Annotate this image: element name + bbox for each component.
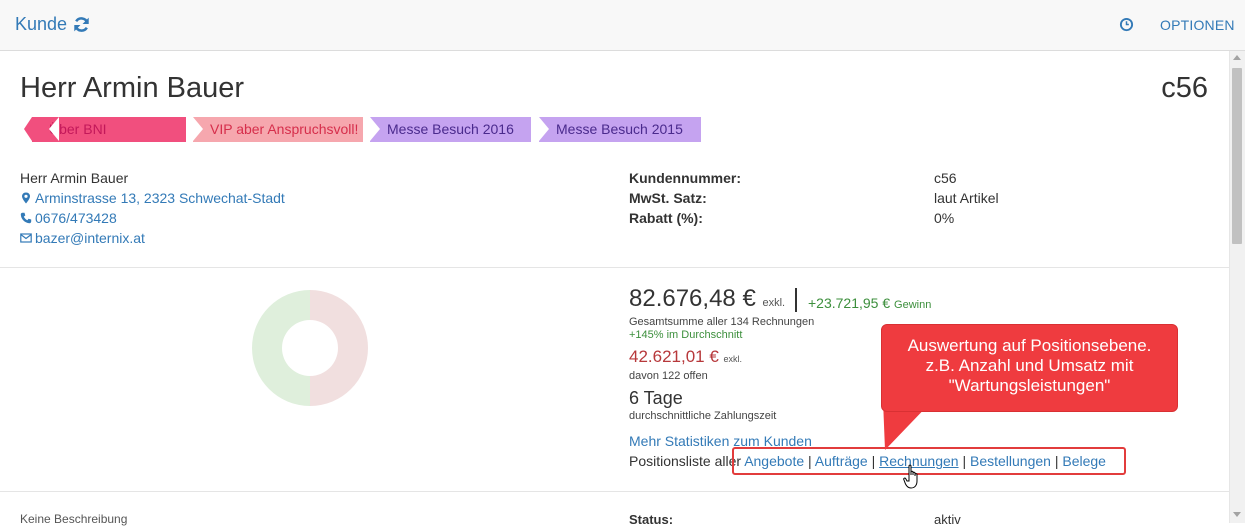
status-label: Status: — [629, 512, 674, 527]
contact-block: Herr Armin Bauer Arminstrasse 13, 2323 S… — [20, 168, 285, 248]
customer-code: c56 — [1161, 72, 1208, 104]
map-marker-icon — [22, 192, 30, 204]
total-revenue-suffix: exkl. — [762, 297, 786, 309]
envelope-icon — [20, 233, 32, 243]
tag-messe-2015[interactable]: Messe Besuch 2015 — [539, 117, 701, 142]
tag-ueber-bni[interactable]: Über BNI — [32, 117, 186, 142]
options-menu-button[interactable]: OPTIONEN — [1160, 17, 1235, 33]
donut-segment-cost — [252, 290, 310, 406]
average-description: +145% im Durchschnitt — [629, 329, 743, 341]
customer-name-heading: Herr Armin Bauer — [20, 72, 245, 104]
scroll-down-arrow-icon[interactable] — [1233, 512, 1241, 517]
clock-icon[interactable] — [1119, 17, 1134, 32]
separator — [795, 288, 797, 312]
donut-segment-profit — [310, 290, 368, 406]
refresh-icon[interactable] — [73, 16, 90, 33]
payment-days: 6 Tage — [629, 388, 683, 408]
status-value: aktiv — [934, 512, 961, 527]
tag-arrow — [24, 117, 32, 141]
revenue-donut-chart — [252, 290, 368, 406]
rabatt-label: Rabatt (%): — [629, 210, 703, 226]
total-description: Gesamtsumme aller 134 Rechnungen — [629, 316, 815, 328]
phone-link[interactable]: 0676/473428 — [20, 208, 285, 228]
payment-days-description: durchschnittliche Zahlungszeit — [629, 410, 777, 422]
kundennummer-label: Kundennummer: — [629, 170, 741, 186]
open-amount: 42.621,01 € exkl. — [629, 347, 742, 367]
tag-vip[interactable]: VIP aber Anspruchsvoll! — [193, 117, 363, 142]
email-text: bazer@internix.at — [35, 230, 145, 246]
scrollbar-thumb[interactable] — [1232, 68, 1242, 244]
top-navbar: Kunde OPTIONEN — [0, 0, 1245, 51]
open-description: davon 122 offen — [629, 370, 708, 382]
callout-line-3: "Wartungsleistungen" — [948, 376, 1111, 395]
phone-icon — [20, 212, 32, 224]
gain-label: Gewinn — [894, 299, 932, 311]
scroll-up-arrow-icon[interactable] — [1233, 55, 1241, 60]
page-title-label: Kunde — [15, 14, 68, 34]
gain-value: +23.721,95 € — [808, 295, 891, 311]
phone-text: 0676/473428 — [35, 210, 117, 226]
hand-cursor-icon — [903, 464, 918, 489]
page-title[interactable]: Kunde — [15, 14, 90, 35]
tag-messe-2016[interactable]: Messe Besuch 2016 — [370, 117, 531, 142]
contact-name: Herr Armin Bauer — [20, 170, 129, 186]
rabatt-value: 0% — [934, 210, 955, 226]
mwst-label: MwSt. Satz: — [629, 190, 707, 206]
email-link[interactable]: bazer@internix.at — [20, 228, 285, 248]
annotation-callout: Auswertung auf Positionsebene. z.B. Anza… — [881, 324, 1178, 412]
divider — [0, 491, 1229, 492]
total-revenue-value: 82.676,48 € — [629, 285, 756, 312]
open-amount-suffix: exkl. — [723, 354, 743, 364]
divider — [0, 267, 1229, 268]
position-list-prefix: Positionsliste aller — [629, 453, 742, 469]
mwst-value: laut Artikel — [934, 190, 999, 206]
gain: +23.721,95 € Gewinn — [808, 295, 931, 311]
description-text: Keine Beschreibung — [20, 512, 128, 526]
address-text: Arminstrasse 13, 2323 Schwechat-Stadt — [35, 190, 285, 206]
kundennummer-value: c56 — [934, 170, 957, 186]
open-amount-value: 42.621,01 € — [629, 347, 719, 366]
address-link[interactable]: Arminstrasse 13, 2323 Schwechat-Stadt — [20, 188, 285, 208]
callout-line-2: z.B. Anzahl und Umsatz mit — [925, 356, 1134, 375]
total-revenue: 82.676,48 € exkl. — [629, 285, 785, 313]
callout-line-1: Auswertung auf Positionsebene. — [907, 336, 1152, 355]
